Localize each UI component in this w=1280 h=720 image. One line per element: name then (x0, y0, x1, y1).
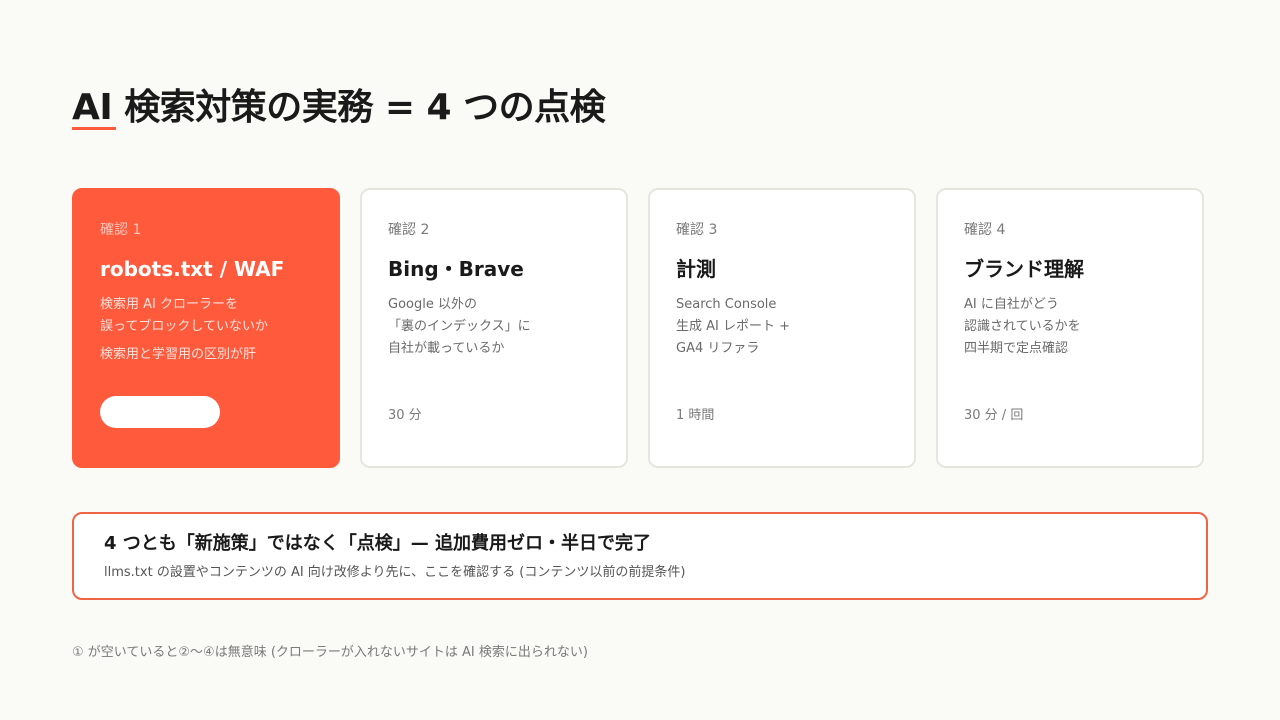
card-desc-line: Search Console (676, 297, 777, 312)
footnote: ① が空いていると②〜④は無意味 (クローラーが入れないサイトは AI 検索に出… (72, 645, 588, 660)
card-description: AI に自社がどう 認識されているかを 四半期で定点確認 (964, 294, 1176, 360)
card-desc-line: 自社が載っているか (388, 341, 505, 356)
card-measurement: 確認 3 計測 Search Console 生成 AI レポート + GA4 … (648, 188, 916, 468)
card-description: 検索用 AI クローラーを 誤ってブロックしていないか (100, 294, 312, 338)
title-underline (72, 127, 116, 130)
card-time: 1 時間 (676, 408, 715, 423)
card-desc-line: GA4 リファラ (676, 341, 760, 356)
card-note: 検索用と学習用の区別が肝 (100, 347, 257, 362)
card-title: Bing・Brave (388, 257, 524, 281)
card-robots-waf: 確認 1 robots.txt / WAF 検索用 AI クローラーを 誤ってブ… (72, 188, 340, 468)
slide: AI 検索対策の実務 = 4 つの点検 確認 1 robots.txt / WA… (0, 0, 1280, 720)
callout-title: 4 つとも「新施策」ではなく「点検」— 追加費用ゼロ・半日で完了 (104, 533, 652, 554)
card-label: 確認 2 (388, 222, 430, 238)
card-desc-line: AI に自社がどう (964, 297, 1059, 312)
card-desc-line: Google 以外の (388, 297, 477, 312)
card-description: Google 以外の 「裏のインデックス」に 自社が載っているか (388, 294, 600, 360)
card-brand-understanding: 確認 4 ブランド理解 AI に自社がどう 認識されているかを 四半期で定点確認… (936, 188, 1204, 468)
summary-callout: 4 つとも「新施策」ではなく「点検」— 追加費用ゼロ・半日で完了 llms.tx… (72, 512, 1208, 600)
card-label: 確認 4 (964, 222, 1006, 238)
card-label: 確認 1 (100, 222, 142, 238)
card-time: 30 分 / 回 (964, 408, 1024, 423)
card-desc-line: 生成 AI レポート + (676, 319, 791, 334)
card-desc-line: 認識されているかを (964, 319, 1081, 334)
callout-subtitle: llms.txt の設置やコンテンツの AI 向け改修より先に、ここを確認する … (104, 565, 686, 580)
card-title: ブランド理解 (964, 257, 1084, 281)
card-desc-line: 検索用 AI クローラーを (100, 297, 238, 312)
card-description: Search Console 生成 AI レポート + GA4 リファラ (676, 294, 888, 360)
card-title: 計測 (676, 257, 716, 281)
card-desc-line: 誤ってブロックしていないか (100, 319, 268, 334)
card-desc-line: 四半期で定点確認 (964, 341, 1069, 356)
card-bing-brave: 確認 2 Bing・Brave Google 以外の 「裏のインデックス」に 自… (360, 188, 628, 468)
time-pill (100, 396, 220, 428)
card-desc-line: 「裏のインデックス」に (388, 319, 531, 334)
page-title: AI 検索対策の実務 = 4 つの点検 (72, 87, 606, 128)
card-label: 確認 3 (676, 222, 718, 238)
card-title: robots.txt / WAF (100, 257, 285, 281)
card-time: 30 分 (388, 408, 422, 423)
